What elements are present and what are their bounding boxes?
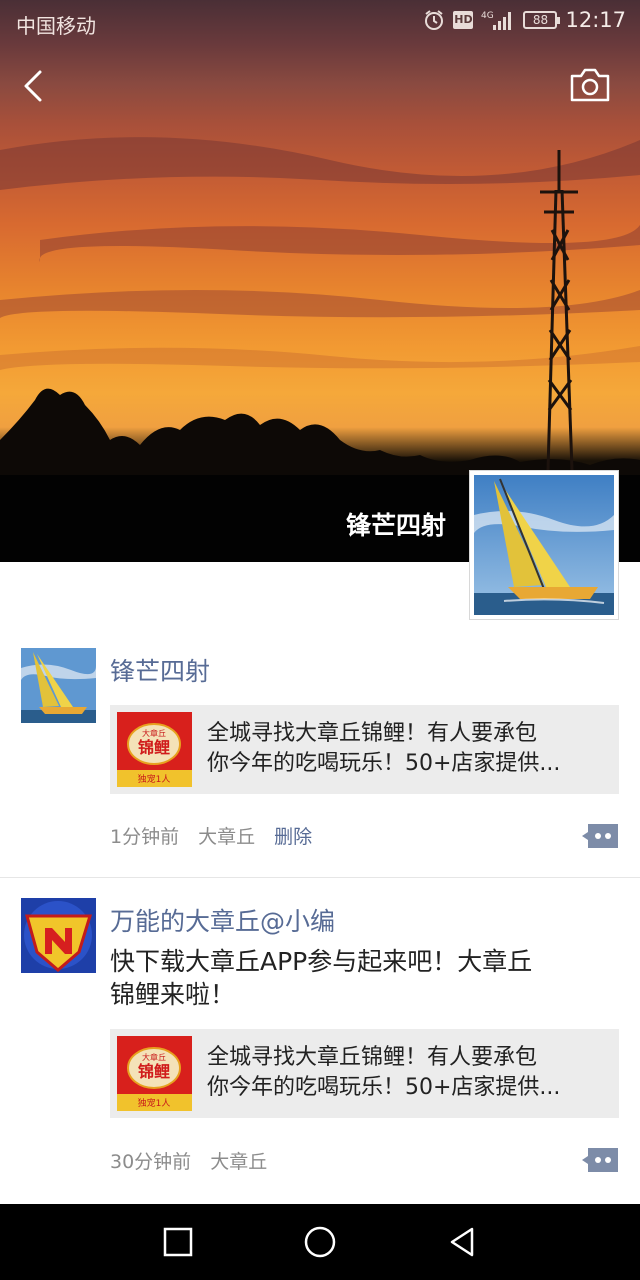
post-author-name[interactable]: 锋芒四射: [110, 652, 210, 688]
shared-link-title: 全城寻找大章丘锦鲤！有人要承包 你今年的吃喝玩乐！50+店家提供...: [207, 1043, 607, 1105]
post-author-name[interactable]: 万能的大章丘@小编: [110, 902, 335, 938]
camera-icon: [570, 68, 610, 102]
home-button[interactable]: [300, 1222, 340, 1262]
post-divider: [0, 877, 640, 878]
sailboat-avatar-image: [474, 475, 614, 615]
thumb-main-text: 锦鲤: [138, 738, 170, 757]
carrier-label: 中国移动: [16, 14, 96, 38]
system-back-button[interactable]: [442, 1222, 482, 1262]
koi-promo-thumbnail: 大章丘 锦鲤 独宠1人: [117, 1036, 192, 1111]
network-type: 4G: [481, 11, 494, 21]
hd-icon: HD: [453, 11, 474, 29]
status-icons: HD 4G 88 12:17: [423, 8, 626, 32]
comment-dots-icon: [582, 1148, 618, 1172]
post-location[interactable]: 大章丘: [198, 822, 255, 849]
koi-promo-thumbnail: 大章丘 锦鲤 独宠1人: [117, 712, 192, 787]
comment-button[interactable]: [580, 822, 620, 850]
shared-link-line2: 你今年的吃喝玩乐！50+店家提供...: [207, 751, 561, 776]
comment-dots-icon: [582, 824, 618, 848]
alarm-icon: [425, 10, 444, 30]
chevron-left-icon: [24, 70, 42, 102]
superhero-n-avatar-image: [21, 898, 96, 973]
post-avatar[interactable]: [21, 648, 96, 723]
shared-link-line1: 全城寻找大章丘锦鲤！有人要承包: [207, 721, 538, 746]
shared-link-title: 全城寻找大章丘锦鲤！有人要承包 你今年的吃喝玩乐！50+店家提供...: [207, 719, 607, 781]
shared-link-line2: 你今年的吃喝玩乐！50+店家提供...: [207, 1075, 561, 1100]
profile-avatar[interactable]: [469, 470, 619, 620]
shared-link-card[interactable]: 大章丘 锦鲤 独宠1人 全城寻找大章丘锦鲤！有人要承包 你今年的吃喝玩乐！50+…: [110, 1029, 619, 1118]
battery-icon: 88: [523, 11, 561, 29]
post-text-line1: 快下载大章丘APP参与起来吧！大章丘: [110, 947, 533, 976]
post-time: 30分钟前: [110, 1151, 192, 1173]
clock: 12:17: [565, 8, 626, 32]
circle-icon: [304, 1226, 336, 1258]
thumb-bottom-text: 独宠1人: [138, 1097, 171, 1109]
back-button[interactable]: [14, 62, 54, 110]
delete-button[interactable]: 删除: [274, 822, 312, 849]
post-meta: 30分钟前 大章丘: [110, 1147, 267, 1174]
thumb-top-text: 大章丘: [142, 728, 166, 738]
post-text-line2: 锦鲤来啦！: [110, 980, 236, 1009]
post-meta: 1分钟前 大章丘 删除: [110, 822, 312, 849]
thumb-main-text: 锦鲤: [138, 1062, 170, 1081]
shared-link-line1: 全城寻找大章丘锦鲤！有人要承包: [207, 1045, 538, 1070]
camera-button[interactable]: [566, 64, 614, 108]
comment-button[interactable]: [580, 1146, 620, 1174]
system-navigation-bar: [0, 1204, 640, 1280]
profile-name: 锋芒四射: [345, 511, 446, 540]
post-location[interactable]: 大章丘: [210, 1147, 267, 1174]
square-icon: [163, 1227, 193, 1257]
shared-link-card[interactable]: 大章丘 锦鲤 独宠1人 全城寻找大章丘锦鲤！有人要承包 你今年的吃喝玩乐！50+…: [110, 705, 619, 794]
signal-icon: 4G: [481, 11, 512, 30]
post-avatar[interactable]: [21, 898, 96, 973]
post-time: 1分钟前: [110, 826, 180, 848]
recent-apps-button[interactable]: [158, 1222, 198, 1262]
post-text: 快下载大章丘APP参与起来吧！大章丘 锦鲤来啦！: [110, 945, 610, 1011]
thumb-top-text: 大章丘: [142, 1052, 166, 1062]
status-bar: 中国移动 HD 4G 88 12:17: [0, 0, 640, 44]
thumb-bottom-text: 独宠1人: [138, 773, 171, 785]
triangle-back-icon: [450, 1227, 474, 1257]
sailboat-avatar-image: [21, 648, 96, 723]
